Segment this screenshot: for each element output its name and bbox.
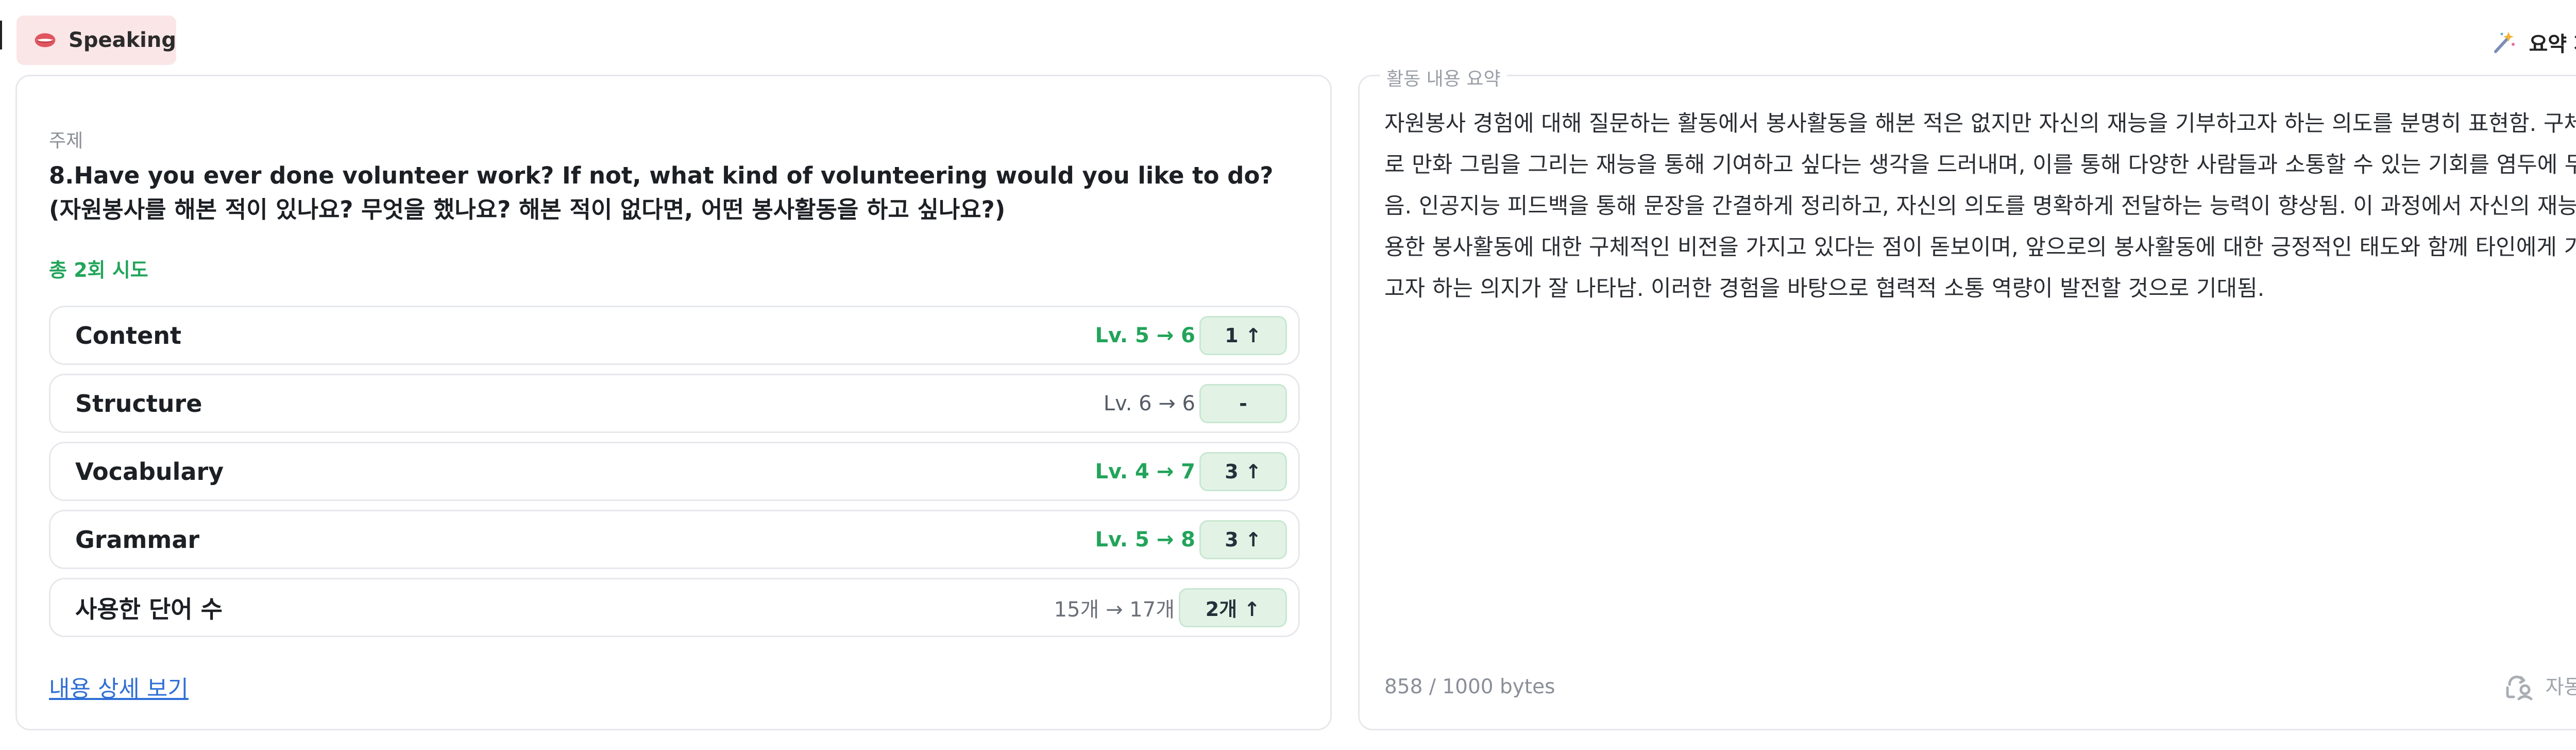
metric-level-change: 15개 → 17개 — [1054, 597, 1175, 622]
regenerate-label: 요약 재생성하기 — [2529, 32, 2576, 56]
metric-delta-badge: 2개 ↑ — [1179, 588, 1287, 627]
evaluation-panel: 주제 8.Have you ever done volunteer work? … — [15, 75, 1332, 730]
metrics-list: Content Lv. 5 → 6 1 ↑ Structure Lv. 6 → … — [49, 306, 1300, 646]
metric-delta-badge: 3 ↑ — [1199, 520, 1287, 559]
metric-delta-badge: - — [1199, 384, 1287, 423]
metric-level-change: Lv. 5 → 8 — [1095, 527, 1195, 552]
metric-name: Vocabulary — [75, 457, 224, 486]
tag-label: Speaking — [69, 28, 176, 52]
attempts-count: 총 2회 시도 — [49, 259, 148, 281]
autosave-status: 자동 저장 중 — [2502, 669, 2576, 702]
metric-name: 사용한 단어 수 — [75, 595, 223, 623]
topic-label: 주제 — [49, 130, 83, 152]
window-edge-marker — [0, 21, 2, 49]
magic-wand-icon — [2494, 32, 2515, 53]
lips-icon — [35, 33, 56, 47]
view-details-link[interactable]: 내용 상세 보기 — [49, 670, 189, 703]
metric-row-content: Content Lv. 5 → 6 1 ↑ — [49, 306, 1300, 365]
metric-delta-badge: 3 ↑ — [1199, 452, 1287, 491]
metric-name: Content — [75, 321, 182, 349]
summary-label: 활동 내용 요약 — [1380, 64, 1507, 91]
metric-row-grammar: Grammar Lv. 5 → 8 3 ↑ — [49, 510, 1300, 569]
metric-row-vocabulary: Vocabulary Lv. 4 → 7 3 ↑ — [49, 442, 1300, 501]
metric-level-change: Lv. 6 → 6 — [1103, 391, 1195, 415]
speaking-tag: Speaking — [16, 15, 176, 65]
summary-textarea[interactable]: 자원봉사 경험에 대해 질문하는 활동에서 봉사활동을 해본 적은 없지만 자신… — [1384, 103, 2576, 309]
metric-level-change: Lv. 5 → 6 — [1095, 323, 1195, 347]
metric-level-change: Lv. 4 → 7 — [1095, 459, 1195, 484]
metric-name: Grammar — [75, 525, 200, 554]
cloud-sync-icon — [2506, 675, 2533, 701]
metric-name: Structure — [75, 389, 202, 418]
autosave-label: 자동 저장 중 — [2545, 676, 2576, 699]
summary-panel: 활동 내용 요약 자원봉사 경험에 대해 질문하는 활동에서 봉사활동을 해본 … — [1358, 64, 2576, 730]
regenerate-summary-button[interactable]: 요약 재생성하기 — [2492, 26, 2576, 59]
byte-counter: 858 / 1000 bytes — [1384, 675, 1555, 698]
metric-row-structure: Structure Lv. 6 → 6 - — [49, 374, 1300, 433]
topic-question: 8.Have you ever done volunteer work? If … — [49, 162, 1274, 223]
metric-delta-badge: 1 ↑ — [1199, 315, 1287, 355]
metric-row-word-count: 사용한 단어 수 15개 → 17개 2개 ↑ — [49, 578, 1300, 637]
